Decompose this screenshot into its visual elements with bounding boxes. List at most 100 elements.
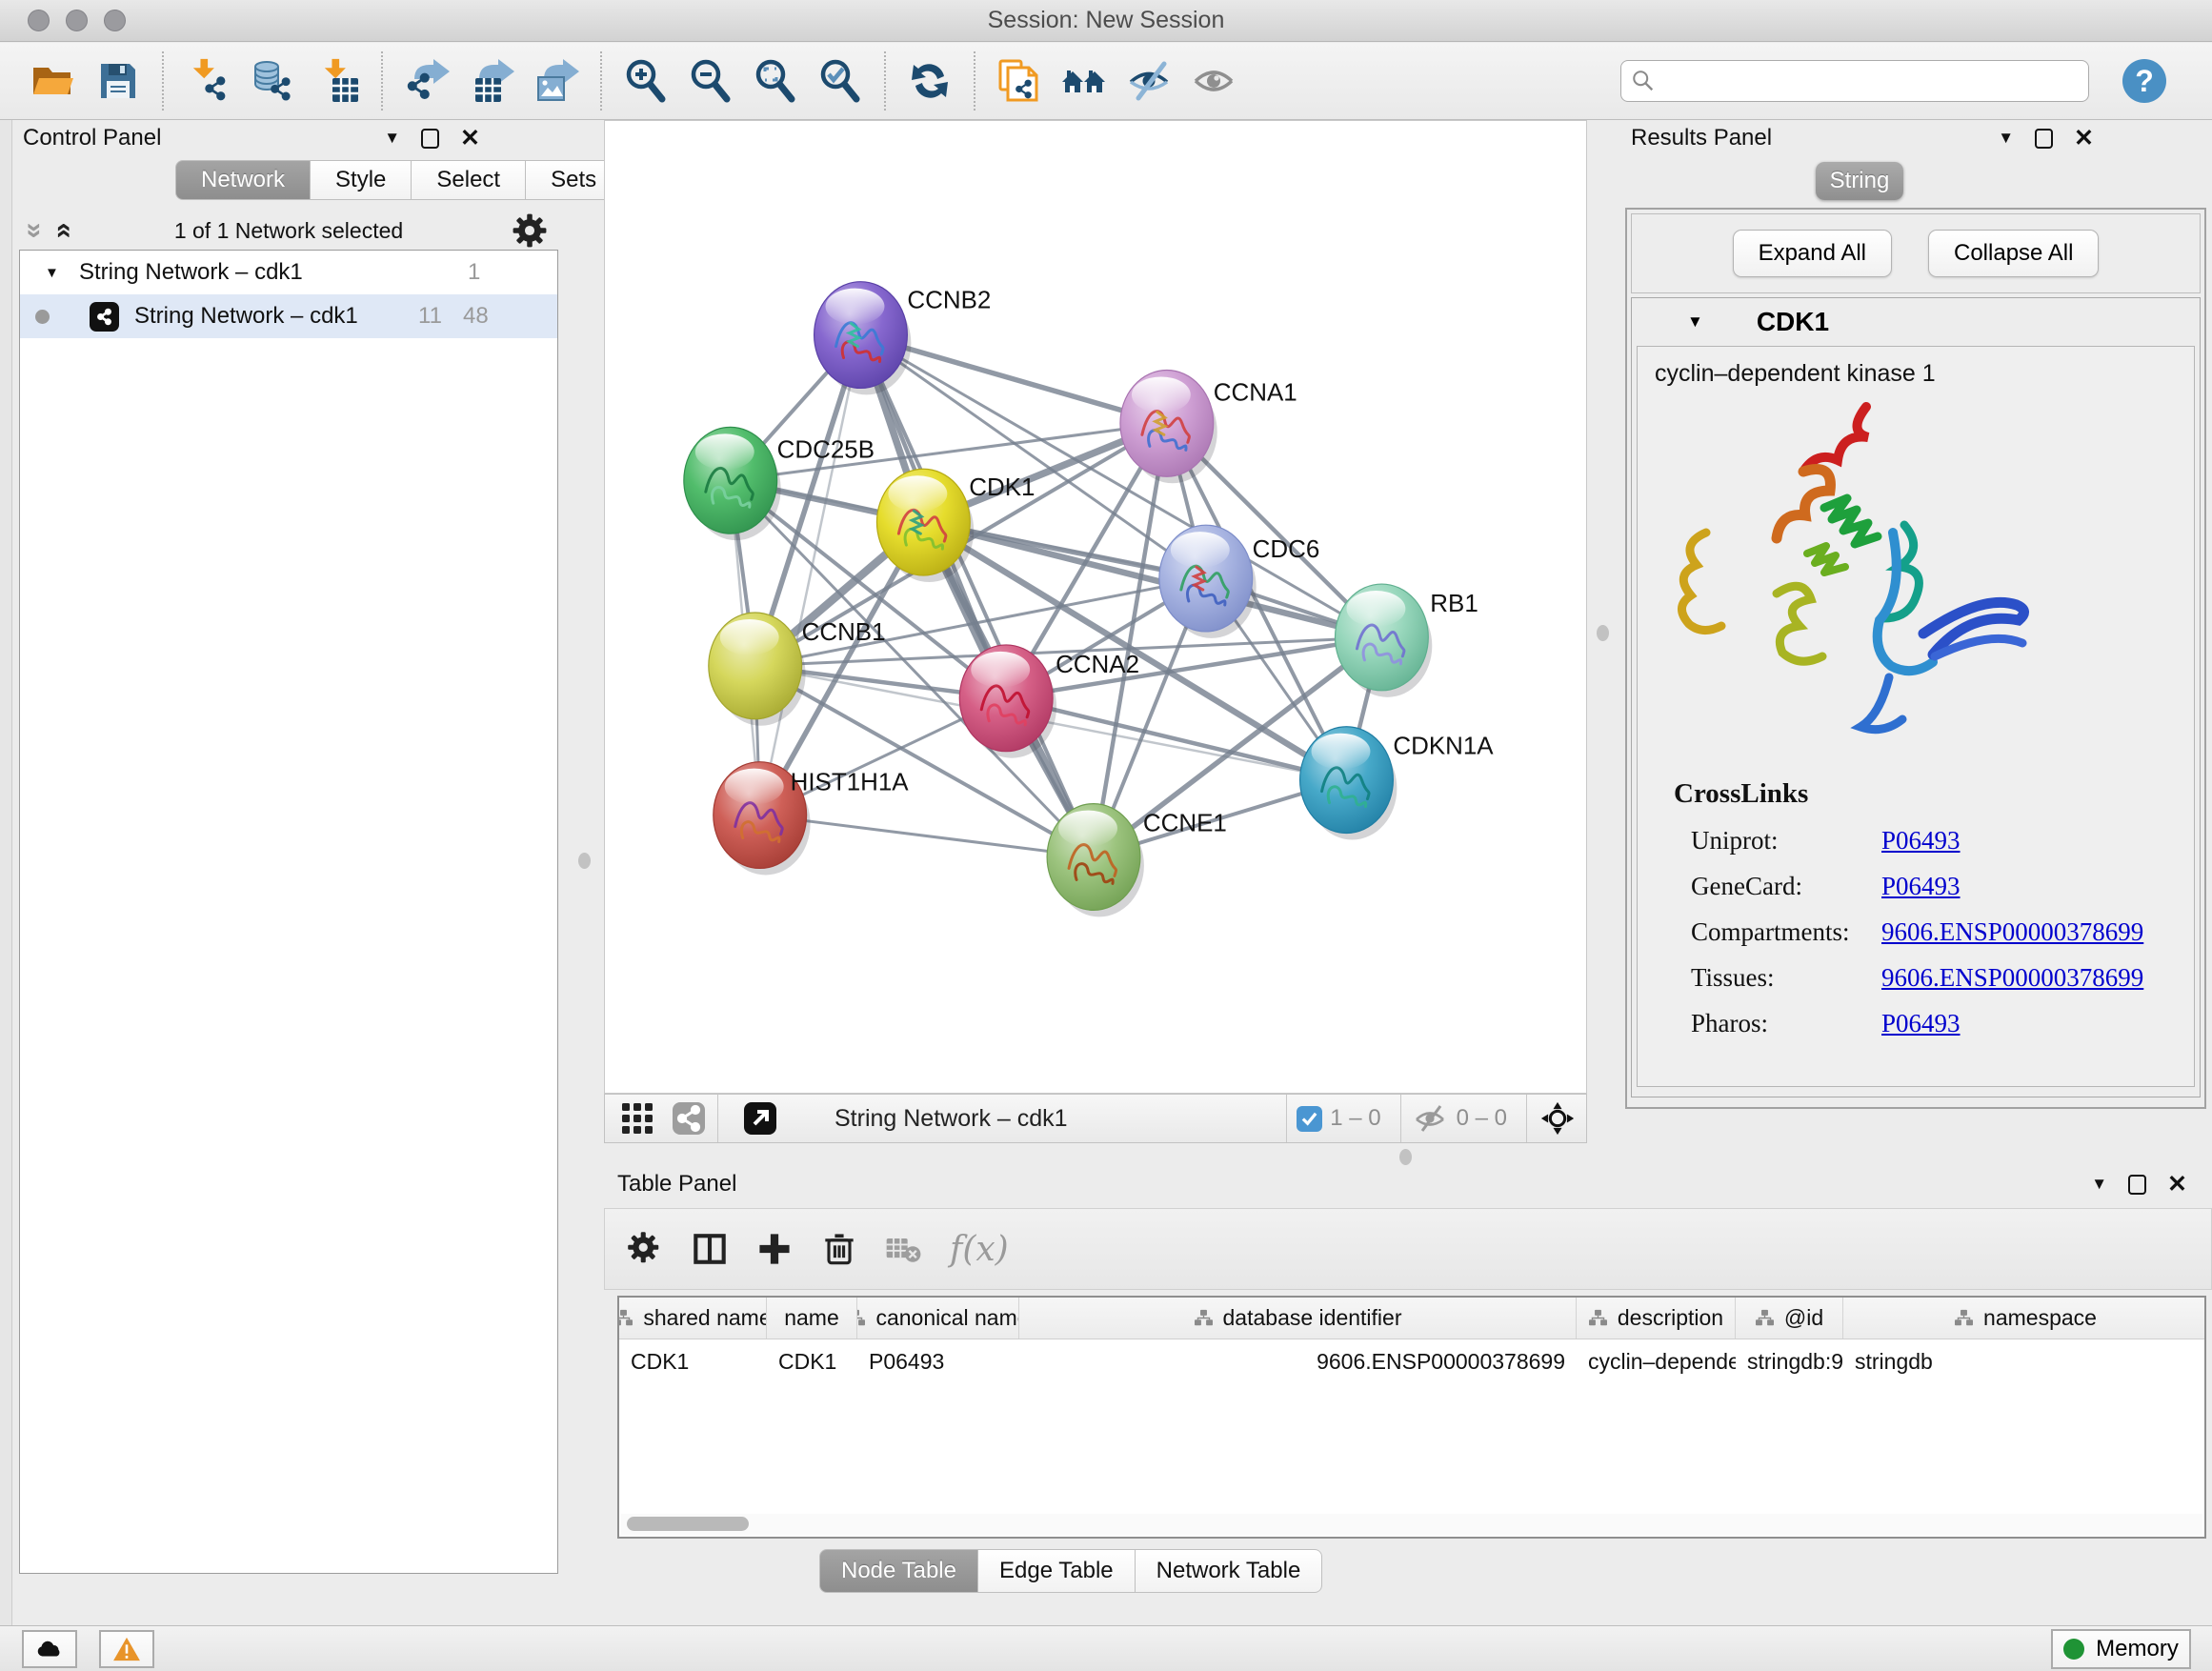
create-column-plus-icon[interactable]: [750, 1224, 799, 1274]
panel-float-icon[interactable]: [2035, 129, 2053, 149]
search-box[interactable]: [1620, 60, 2089, 102]
disclosure-triangle-icon[interactable]: ▼: [45, 265, 70, 281]
panel-menu-icon[interactable]: ▼: [2091, 1175, 2107, 1194]
warnings-button[interactable]: [99, 1630, 154, 1668]
zoom-in-button[interactable]: [618, 52, 674, 110]
crosslink-link[interactable]: 9606.ENSP00000378699: [1881, 963, 2143, 993]
tab-select[interactable]: Select: [412, 160, 526, 200]
column-header-shared-name[interactable]: shared name: [619, 1298, 767, 1339]
toolbar-separator: [162, 51, 164, 111]
cell-database-identifier[interactable]: 9606.ENSP00000378699: [1019, 1339, 1577, 1383]
node-CCNA1[interactable]: [1120, 370, 1217, 483]
search-input[interactable]: [1656, 63, 2079, 99]
panel-close-icon[interactable]: ✕: [460, 124, 480, 152]
birds-eye-view-icon[interactable]: [670, 1099, 708, 1137]
open-session-button[interactable]: [26, 52, 81, 110]
panel-menu-icon[interactable]: ▼: [1998, 129, 2014, 148]
hide-selected-button[interactable]: [1121, 52, 1176, 110]
view-grid-icon[interactable]: [618, 1099, 656, 1137]
column-header-description[interactable]: description: [1577, 1298, 1736, 1339]
node-CCNB1[interactable]: [709, 613, 806, 726]
column-header-database-identifier[interactable]: database identifier: [1019, 1298, 1577, 1339]
cell-canonical-name[interactable]: P06493: [857, 1339, 1019, 1383]
crosslink-link[interactable]: P06493: [1881, 872, 1961, 901]
node-CCNE1[interactable]: [1047, 804, 1144, 917]
export-table-button[interactable]: [464, 52, 519, 110]
node-CDK1[interactable]: [876, 469, 974, 582]
panel-close-icon[interactable]: ✕: [2167, 1170, 2187, 1198]
help-button[interactable]: ?: [2122, 59, 2166, 103]
import-network-database-button[interactable]: [245, 52, 300, 110]
clone-network-button[interactable]: [992, 52, 1047, 110]
crosslink-link[interactable]: P06493: [1881, 826, 1961, 856]
table-options-gear-icon[interactable]: [620, 1224, 670, 1274]
table-row[interactable]: CDK1CDK1P064939606.ENSP00000378699cyclin…: [619, 1339, 2204, 1383]
network-options-gear-icon[interactable]: [505, 206, 554, 255]
cell-shared-name[interactable]: CDK1: [619, 1339, 767, 1383]
tab-style[interactable]: Style: [311, 160, 412, 200]
node-CCNA2[interactable]: [959, 645, 1056, 758]
bottom-splitter-handle[interactable]: [1399, 1149, 1412, 1165]
zoom-selected-button[interactable]: [813, 52, 868, 110]
network-canvas[interactable]: CCNB2CCNA1CDC25BCDK1CDC6RB1CCNB1CCNA2CDK…: [604, 120, 1587, 1094]
column-header--id[interactable]: @id: [1736, 1298, 1843, 1339]
scrollbar-thumb[interactable]: [627, 1517, 749, 1531]
node-CDKN1A[interactable]: [1300, 727, 1398, 840]
delete-column-trash-icon[interactable]: [814, 1224, 864, 1274]
node-RB1[interactable]: [1336, 584, 1433, 697]
memory-button[interactable]: Memory: [2051, 1629, 2191, 1669]
table-header-row: shared namenamecanonical namedatabase id…: [619, 1298, 2204, 1339]
edge-CCNA2-CDKN1A[interactable]: [1006, 698, 1346, 780]
fit-content-crosshair-icon[interactable]: [1538, 1099, 1577, 1137]
panel-float-icon[interactable]: [421, 129, 439, 149]
zoom-out-button[interactable]: [683, 52, 738, 110]
node-CCNB2[interactable]: [814, 282, 912, 395]
horizontal-scrollbar[interactable]: [621, 1514, 2202, 1535]
crosslink-link[interactable]: P06493: [1881, 1009, 1961, 1038]
network-list-item[interactable]: String Network – cdk11148: [20, 294, 557, 338]
node-count: 11: [418, 303, 442, 330]
show-columns-icon[interactable]: [685, 1224, 734, 1274]
column-header-name[interactable]: name: [767, 1298, 857, 1339]
import-table-file-button[interactable]: [310, 52, 365, 110]
export-network-button[interactable]: [399, 52, 454, 110]
right-splitter-handle[interactable]: [1597, 625, 1609, 641]
open-in-new-window-icon[interactable]: [741, 1099, 779, 1137]
edge-CCNB2-HIST1H1A[interactable]: [760, 335, 861, 815]
protein-section-header[interactable]: ▼ CDK1: [1632, 298, 2200, 346]
crosslink-link[interactable]: 9606.ENSP00000378699: [1881, 917, 2143, 947]
show-all-button[interactable]: [1186, 52, 1241, 110]
panel-float-icon[interactable]: [2128, 1175, 2146, 1195]
tab-string[interactable]: String: [1816, 162, 1903, 200]
network-list-item[interactable]: ▼String Network – cdk11: [20, 251, 557, 294]
left-splitter-handle[interactable]: [578, 853, 591, 869]
tab-node-table[interactable]: Node Table: [819, 1549, 978, 1593]
refresh-network-button[interactable]: [902, 52, 957, 110]
panel-menu-icon[interactable]: ▼: [384, 129, 400, 148]
cell-namespace[interactable]: stringdb: [1843, 1339, 2206, 1383]
panel-close-icon[interactable]: ✕: [2074, 124, 2094, 152]
expand-all-button[interactable]: Expand All: [1733, 230, 1892, 277]
tab-network-table[interactable]: Network Table: [1136, 1549, 1323, 1593]
column-header-namespace[interactable]: namespace: [1843, 1298, 2206, 1339]
cloud-button[interactable]: [22, 1630, 77, 1668]
node-CDC6[interactable]: [1159, 525, 1257, 638]
cell-name[interactable]: CDK1: [767, 1339, 857, 1383]
cell-description[interactable]: cyclin–dependent ...: [1577, 1339, 1736, 1383]
toolbar-separator: [381, 51, 383, 111]
cell--id[interactable]: stringdb:9...: [1736, 1339, 1843, 1383]
node-table[interactable]: shared namenamecanonical namedatabase id…: [617, 1296, 2206, 1539]
column-header-canonical-name[interactable]: canonical name: [857, 1298, 1019, 1339]
tab-network[interactable]: Network: [175, 160, 311, 200]
tab-edge-table[interactable]: Edge Table: [978, 1549, 1136, 1593]
save-session-button[interactable]: [90, 52, 146, 110]
node-CDC25B[interactable]: [684, 427, 781, 540]
import-network-file-button[interactable]: [180, 52, 235, 110]
collapse-all-button[interactable]: Collapse All: [1928, 230, 2099, 277]
first-neighbors-button[interactable]: [1056, 52, 1112, 110]
collapse-triangle-icon[interactable]: ▼: [1687, 312, 1703, 332]
crosslinks-heading: CrossLinks: [1674, 778, 2194, 810]
export-image-button[interactable]: [529, 52, 584, 110]
selected-count-checkbox[interactable]: [1297, 1106, 1322, 1132]
zoom-fit-button[interactable]: [748, 52, 803, 110]
